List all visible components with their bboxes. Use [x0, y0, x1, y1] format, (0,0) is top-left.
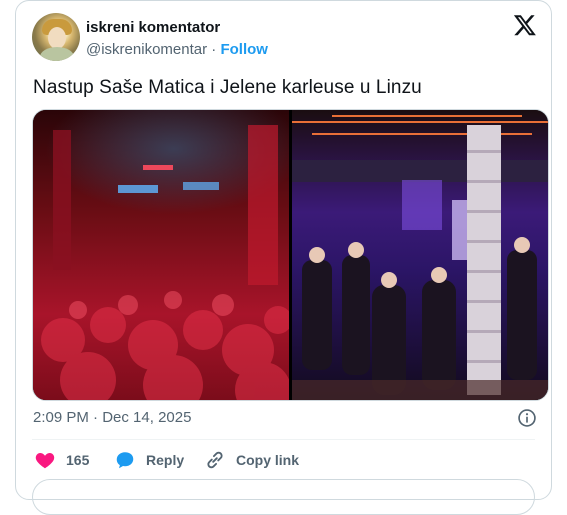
author-display-name[interactable]: iskreni komentator [86, 19, 220, 36]
divider [32, 439, 535, 440]
concert-photo-left[interactable] [33, 110, 289, 400]
reply-label: Reply [146, 452, 185, 468]
likes-count: 165 [66, 452, 90, 468]
tweet-date: Dec 14, 2025 [102, 409, 192, 426]
like-button[interactable]: 165 [34, 449, 89, 471]
reply-icon [116, 452, 134, 469]
tweet-time: 2:09 PM [33, 409, 89, 426]
tweet-text: Nastup Saše Matica i Jelene karleuse u L… [33, 77, 422, 98]
info-icon[interactable] [517, 408, 537, 428]
concert-photo-right[interactable] [292, 110, 548, 400]
x-logo-icon[interactable] [513, 13, 537, 37]
follow-button[interactable]: Follow [220, 41, 268, 58]
read-replies-button[interactable] [32, 479, 535, 515]
heart-icon [35, 453, 55, 469]
tweet-embed-card: iskreni komentator @iskrenikomentar · Fo… [15, 0, 552, 515]
tweet-media[interactable] [32, 109, 549, 401]
copy-link-label: Copy link [236, 452, 300, 468]
tweet-timestamp[interactable]: 2:09 PM · Dec 14, 2025 [33, 409, 191, 426]
link-icon [207, 451, 223, 469]
author-handle-row: @iskrenikomentar · Follow [86, 41, 268, 58]
meta-separator: · [93, 409, 103, 426]
avatar[interactable] [32, 13, 80, 61]
reply-button[interactable]: Reply [114, 449, 184, 471]
handle-separator: · [211, 41, 217, 58]
author-handle[interactable]: @iskrenikomentar [86, 41, 207, 58]
copy-link-button[interactable]: Copy link [204, 449, 299, 471]
